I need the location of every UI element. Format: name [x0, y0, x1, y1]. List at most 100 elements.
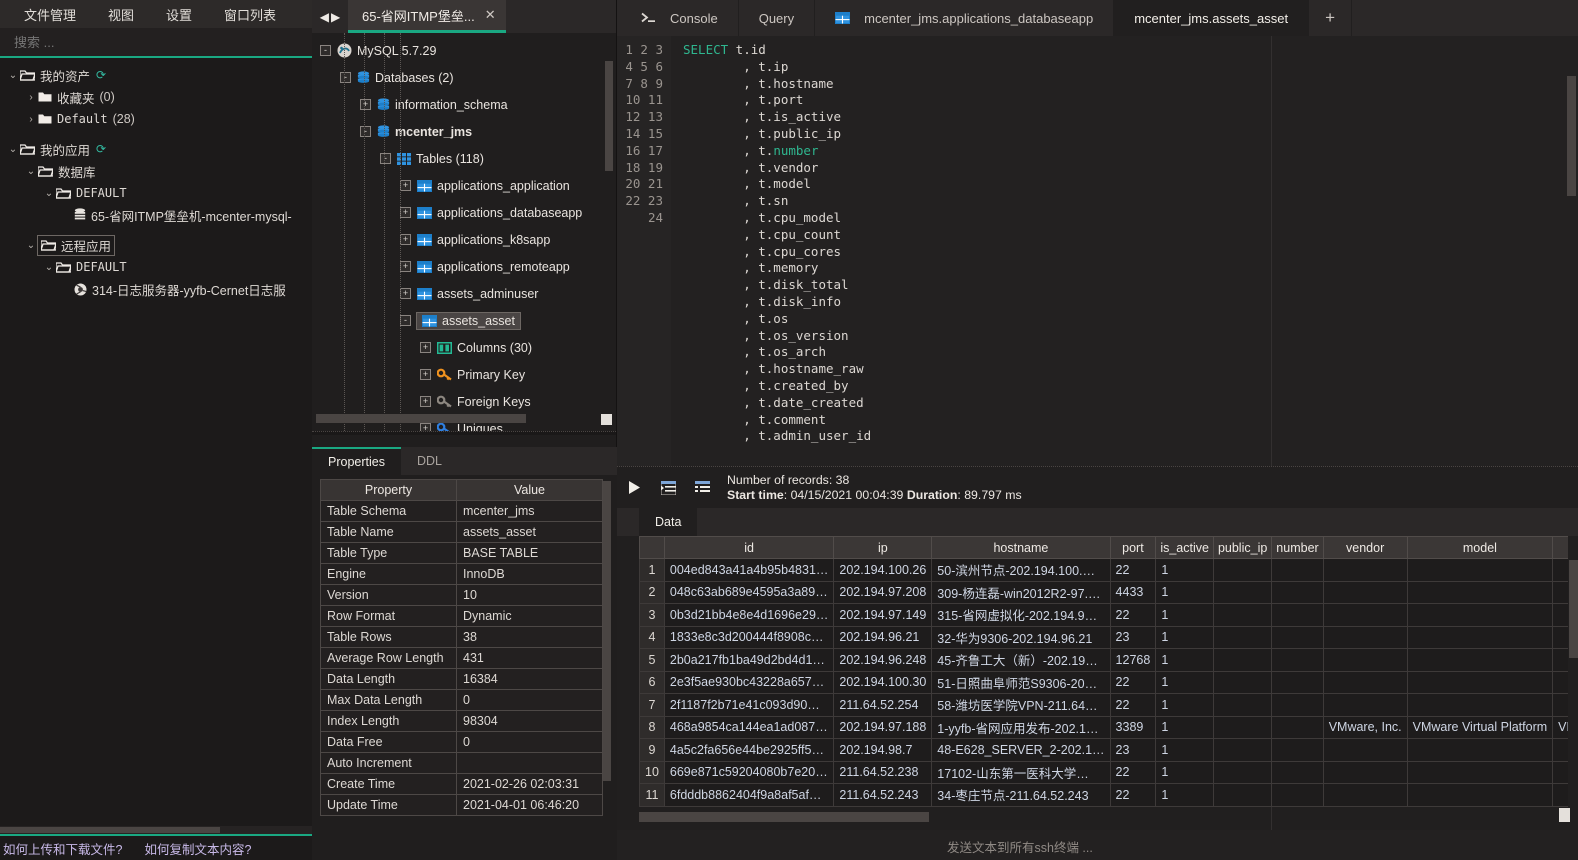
grid-cell[interactable]: [1212, 603, 1273, 627]
table-row[interactable]: 11 6fdddb8862404f9a8af5af… 211.64.52.243 34…: [639, 783, 1568, 807]
properties-scrollbar[interactable]: [603, 481, 611, 781]
grid-cell[interactable]: [1406, 648, 1554, 672]
session-tab-active[interactable]: 65-省网ITMP堡垒... ✕: [348, 0, 506, 33]
properties-tab-ddl[interactable]: DDL: [401, 447, 458, 475]
asset-tree-item[interactable]: ⌄ 远程应用: [0, 234, 312, 256]
grid-cell[interactable]: 2e3f5ae930bc43228a657…: [663, 670, 835, 694]
asset-tree-item[interactable]: ⌄ 我的资产 ⟳: [0, 64, 312, 86]
grid-cell[interactable]: 2f1187f2b71e41c093d90…: [663, 693, 835, 717]
grid-cell[interactable]: [1271, 738, 1324, 762]
grid-cell[interactable]: 468a9854ca144ea1ad087…: [663, 715, 835, 739]
table-row[interactable]: 10 669e871c59204080b7e20… 211.64.52.238 171…: [639, 760, 1568, 784]
expand-icon[interactable]: +: [420, 369, 431, 380]
grid-cell[interactable]: [1212, 738, 1273, 762]
grid-cell[interactable]: 50-滨州节点-202.194.100.…: [931, 558, 1111, 582]
grid-cell[interactable]: [1212, 558, 1273, 582]
grid-cell[interactable]: [1271, 603, 1324, 627]
row-number[interactable]: 2: [639, 580, 665, 604]
grid-cell[interactable]: [1552, 558, 1568, 582]
grid-cell[interactable]: [1552, 783, 1568, 807]
grid-cell[interactable]: [1322, 760, 1408, 784]
grid-cell[interactable]: 22: [1109, 693, 1157, 717]
property-name[interactable]: Data Free: [320, 731, 457, 753]
grid-cell[interactable]: [1322, 580, 1408, 604]
help-link[interactable]: 如何上传和下载文件?: [3, 839, 122, 858]
chevron-down-icon[interactable]: ⌄: [42, 262, 56, 273]
row-number[interactable]: 5: [639, 648, 665, 672]
panel-splitter[interactable]: [312, 431, 616, 435]
db-tree-item[interactable]: + Primary Key: [312, 361, 616, 388]
chevron-down-icon[interactable]: ⌄: [42, 188, 56, 199]
refresh-icon[interactable]: ⟳: [96, 68, 106, 82]
grid-cell[interactable]: 211.64.52.254: [833, 693, 933, 717]
chevron-right-icon[interactable]: ›: [24, 92, 38, 103]
property-name[interactable]: Table Name: [320, 521, 457, 543]
grid-cell[interactable]: 1: [1155, 558, 1214, 582]
grid-cell[interactable]: [1322, 738, 1408, 762]
properties-row[interactable]: Update Time 2021-04-01 06:46:20: [320, 794, 603, 816]
asset-tree-item[interactable]: ⌄ 我的应用 ⟳: [0, 138, 312, 160]
property-value[interactable]: 10: [456, 584, 603, 606]
property-name[interactable]: Engine: [320, 563, 457, 585]
grid-cell[interactable]: [1322, 693, 1408, 717]
grid-cell[interactable]: [1212, 580, 1273, 604]
refresh-icon[interactable]: ⟳: [96, 142, 106, 156]
grid-cell[interactable]: 1: [1155, 580, 1214, 604]
grid-cell[interactable]: 669e871c59204080b7e20…: [663, 760, 835, 784]
grid-cell[interactable]: [1271, 693, 1324, 717]
grid-cell[interactable]: 1: [1155, 625, 1214, 649]
grid-cell[interactable]: 1: [1155, 693, 1214, 717]
menu-item-0[interactable]: 文件管理: [8, 1, 92, 28]
grid-cell[interactable]: [1552, 603, 1568, 627]
grid-cell[interactable]: 211.64.52.243: [833, 783, 933, 807]
grid-cell[interactable]: VMware, Inc.: [1322, 715, 1408, 739]
grid-column-header[interactable]: vendor: [1322, 536, 1408, 559]
editor-tab[interactable]: mcenter_jms.applications_databaseapp: [815, 0, 1115, 36]
grid-cell[interactable]: 1: [1155, 648, 1214, 672]
collapse-icon[interactable]: -: [360, 126, 371, 137]
grid-cell[interactable]: 315-省网虚拟化-202.194.9…: [931, 603, 1111, 627]
property-name[interactable]: Index Length: [320, 710, 457, 732]
grid-cell[interactable]: 2b0a217fb1ba49d2bd4d1…: [663, 648, 835, 672]
row-number[interactable]: 6: [639, 670, 665, 694]
properties-row[interactable]: Engine InnoDB: [320, 563, 603, 585]
grid-cell[interactable]: [1212, 693, 1273, 717]
grid-cell[interactable]: 23: [1109, 625, 1157, 649]
property-name[interactable]: Table Schema: [320, 500, 457, 522]
editor-tab[interactable]: Query: [738, 0, 816, 36]
grid-cell[interactable]: 22: [1109, 783, 1157, 807]
property-value[interactable]: 2021-02-26 02:03:31: [456, 773, 603, 795]
expand-icon[interactable]: +: [400, 180, 411, 191]
row-number[interactable]: 1: [639, 558, 665, 582]
properties-row[interactable]: Version 10: [320, 584, 603, 606]
expand-icon[interactable]: +: [360, 99, 371, 110]
collapse-icon[interactable]: -: [340, 72, 351, 83]
grid-cell[interactable]: 309-杨连磊-win2012R2-97.…: [931, 580, 1111, 604]
grid-cell[interactable]: 48-E628_SERVER_2-202.1…: [931, 738, 1111, 762]
next-tab-icon[interactable]: ▶: [331, 10, 340, 24]
expand-icon[interactable]: +: [420, 396, 431, 407]
db-tree-resize-corner[interactable]: [601, 414, 612, 425]
grid-cell[interactable]: 202.194.100.26: [833, 558, 933, 582]
property-value[interactable]: BASE TABLE: [456, 542, 603, 564]
property-value[interactable]: assets_asset: [456, 521, 603, 543]
grid-cell[interactable]: 12768: [1109, 648, 1157, 672]
grid-cell[interactable]: [1271, 715, 1324, 739]
asset-tree-item[interactable]: › Default (28): [0, 108, 312, 130]
grid-cell[interactable]: [1406, 760, 1554, 784]
expand-icon[interactable]: +: [400, 234, 411, 245]
property-value[interactable]: 38: [456, 626, 603, 648]
db-tree-item[interactable]: + assets_adminuser: [312, 280, 616, 307]
db-tree-item[interactable]: + applications_remoteapp: [312, 253, 616, 280]
property-value[interactable]: 431: [456, 647, 603, 669]
help-link[interactable]: 如何复制文本内容?: [144, 839, 251, 858]
grid-cell[interactable]: 004ed843a41a4b95b4831…: [663, 558, 835, 582]
row-number[interactable]: 11: [639, 783, 665, 807]
grid-column-header[interactable]: [1552, 536, 1568, 559]
grid-cell[interactable]: [1552, 648, 1568, 672]
menu-item-3[interactable]: 窗口列表: [208, 1, 292, 28]
property-name[interactable]: Table Rows: [320, 626, 457, 648]
grid-cell[interactable]: 1833e8c3d200444f8908c…: [663, 625, 835, 649]
chevron-down-icon[interactable]: ⌄: [6, 70, 20, 81]
fetch-next-page-icon[interactable]: [651, 473, 685, 503]
